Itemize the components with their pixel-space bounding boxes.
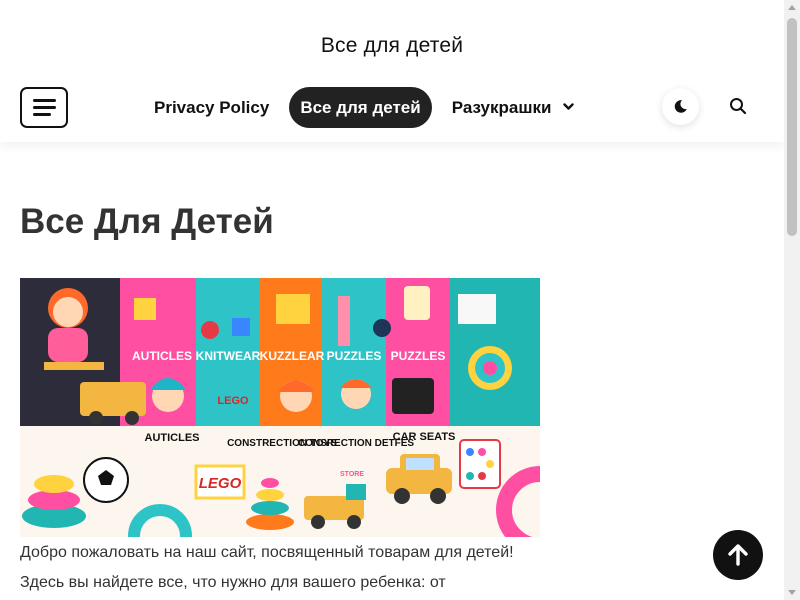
nav-item-razukrashki-label: Разукрашки (451, 98, 552, 117)
arrow-up-icon (728, 544, 748, 566)
nav-item-vse-dlya-detey[interactable]: Все для детей (289, 87, 432, 128)
chevron-down-icon[interactable] (563, 88, 575, 129)
banner-store: STORE (340, 471, 364, 478)
banner-label-2: KNITWEAR (196, 349, 261, 363)
banner-lego-logo: LEGO (199, 475, 242, 492)
banner-label-6: AUTICLES (145, 432, 200, 444)
main-nav: Privacy Policy Все для детей Разукрашки (144, 87, 584, 128)
page-scrollbar[interactable] (784, 0, 800, 600)
back-to-top-button[interactable] (713, 530, 763, 580)
site-title[interactable]: Все для детей (0, 34, 784, 58)
page-title: Все Для Детей (20, 202, 274, 241)
hamburger-icon (33, 99, 56, 102)
banner-lego-small: LEGO (217, 395, 249, 407)
menu-button[interactable] (20, 87, 68, 128)
banner-label-4: PUZZLES (327, 349, 382, 363)
scrollbar-thumb[interactable] (787, 18, 797, 236)
hero-banner-image: AUTICLES KNITWEAR KUZZLEAR PUZZLES PUZZL… (20, 278, 540, 537)
search-button[interactable] (728, 96, 748, 116)
site-header: Все для детей Privacy Policy Все для дет… (0, 0, 784, 142)
search-icon (730, 98, 747, 115)
banner-label-9: CAR SEATS (393, 431, 456, 443)
banner-label-1: AUTICLES (132, 349, 192, 363)
banner-label-3: KUZZLEAR (260, 349, 325, 363)
scroll-down-arrow-icon[interactable] (788, 590, 796, 595)
dark-mode-toggle[interactable] (662, 88, 699, 125)
nav-item-privacy-policy[interactable]: Privacy Policy (144, 87, 279, 128)
nav-item-razukrashki[interactable]: Разукрашки (442, 87, 585, 128)
moon-icon (674, 100, 687, 113)
intro-paragraph: Добро пожаловать на наш сайт, посвященны… (20, 544, 514, 591)
scroll-up-arrow-icon[interactable] (788, 5, 796, 10)
banner-label-5: PUZZLES (391, 349, 446, 363)
